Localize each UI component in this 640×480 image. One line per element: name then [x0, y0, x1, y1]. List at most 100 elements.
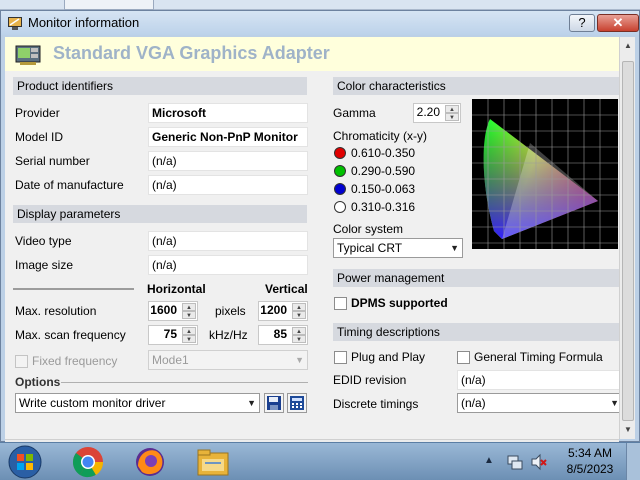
plug-and-play-checkbox[interactable]: [334, 351, 347, 364]
options-divider: [61, 382, 308, 383]
provider-label: Provider: [15, 106, 60, 120]
provider-field[interactable]: Microsoft: [148, 103, 308, 123]
timing-descriptions-header: Timing descriptions: [333, 323, 619, 341]
show-desktop-button[interactable]: [626, 443, 640, 480]
green-chromaticity-value: 0.290-0.590: [351, 164, 416, 178]
pixels-unit-label: pixels: [215, 304, 246, 318]
max-scan-frequency-label: Max. scan frequency: [15, 328, 126, 342]
scan-unit-label: kHz/Hz: [209, 328, 248, 342]
chevron-down-icon: ▼: [247, 398, 256, 408]
fixed-frequency-checkbox[interactable]: [15, 355, 28, 368]
monitor-info-window: Monitor information ? ✕ Standard VGA Gra…: [0, 10, 640, 451]
spin-up-icon[interactable]: ▲: [292, 327, 306, 335]
save-button[interactable]: [264, 393, 284, 413]
max-resolution-vertical-spinner[interactable]: 1200 ▲ ▼: [258, 301, 308, 321]
fixed-frequency-dropdown[interactable]: Mode1 ▼: [148, 350, 308, 370]
scroll-up-icon[interactable]: ▲: [621, 39, 635, 53]
vertical-scrollbar[interactable]: ▲ ▼: [619, 37, 635, 439]
video-type-field[interactable]: (n/a): [148, 231, 308, 251]
firefox-icon[interactable]: [134, 446, 166, 478]
header-band: Standard VGA Graphics Adapter: [5, 37, 619, 71]
max-resolution-horizontal-spinner[interactable]: 1600 ▲ ▼: [148, 301, 198, 321]
date-of-manufacture-field[interactable]: (n/a): [148, 175, 308, 195]
spin-down-icon[interactable]: ▼: [292, 335, 306, 343]
spin-down-icon[interactable]: ▼: [182, 335, 196, 343]
clock-time[interactable]: 5:34 AM: [562, 446, 618, 460]
gamma-spinner[interactable]: 2.20 ▲ ▼: [413, 103, 461, 123]
image-size-field[interactable]: (n/a): [148, 255, 308, 275]
chromaticity-label: Chromaticity (x-y): [333, 129, 428, 143]
taskbar: ▲ 5:34 AM 8/5/2023: [0, 442, 640, 480]
power-management-header: Power management: [333, 269, 619, 287]
close-button[interactable]: ✕: [597, 14, 639, 32]
window-title: Monitor information: [28, 15, 140, 30]
client-area: Standard VGA Graphics Adapter Product id…: [5, 37, 619, 439]
options-action-value: Write custom monitor driver: [19, 396, 166, 410]
monitor-app-icon: [8, 17, 22, 30]
calculator-button[interactable]: [287, 393, 307, 413]
discrete-timings-dropdown[interactable]: (n/a) ▼: [457, 393, 619, 413]
dpms-label: DPMS supported: [351, 296, 448, 310]
red-chromaticity-value: 0.610-0.350: [351, 146, 416, 160]
start-orb-icon[interactable]: [6, 444, 44, 480]
file-explorer-icon[interactable]: [196, 448, 230, 478]
dpms-checkbox[interactable]: [334, 297, 347, 310]
color-characteristics-header: Color characteristics: [333, 77, 619, 95]
help-button[interactable]: ?: [569, 14, 595, 32]
spin-up-icon[interactable]: ▲: [182, 303, 196, 311]
max-resolution-vertical-value: 1200: [260, 303, 287, 317]
spin-down-icon[interactable]: ▼: [445, 113, 459, 121]
edid-revision-label: EDID revision: [333, 373, 407, 387]
network-icon[interactable]: [506, 453, 524, 471]
white-point-swatch: [334, 201, 346, 213]
gtf-checkbox[interactable]: [457, 351, 470, 364]
color-system-value: Typical CRT: [337, 241, 403, 255]
title-bar[interactable]: Monitor information ? ✕: [1, 11, 639, 35]
blue-chromaticity-value: 0.150-0.063: [351, 182, 416, 196]
scan-frequency-vertical-spinner[interactable]: 85 ▲ ▼: [258, 325, 308, 345]
graphics-card-icon: [15, 45, 41, 65]
scroll-down-icon[interactable]: ▼: [621, 423, 635, 437]
spin-down-icon[interactable]: ▼: [292, 311, 306, 319]
tray-expand-icon[interactable]: ▲: [484, 455, 494, 466]
background-window-tab[interactable]: [64, 0, 154, 10]
scan-frequency-horizontal-value: 75: [163, 327, 177, 341]
green-point-swatch: [334, 165, 346, 177]
spin-up-icon[interactable]: ▲: [182, 327, 196, 335]
serial-number-label: Serial number: [15, 154, 90, 168]
calculator-icon: [290, 396, 304, 410]
image-size-label: Image size: [15, 258, 74, 272]
color-system-dropdown[interactable]: Typical CRT ▼: [333, 238, 463, 258]
options-label: Options: [15, 375, 61, 389]
spin-up-icon[interactable]: ▲: [292, 303, 306, 311]
spin-down-icon[interactable]: ▼: [182, 311, 196, 319]
chrome-icon[interactable]: [72, 446, 104, 478]
vertical-scroll-thumb[interactable]: [622, 61, 634, 421]
color-system-label: Color system: [333, 222, 404, 236]
scan-frequency-horizontal-spinner[interactable]: 75 ▲ ▼: [148, 325, 198, 345]
scan-frequency-vertical-value: 85: [273, 327, 287, 341]
spin-up-icon[interactable]: ▲: [445, 105, 459, 113]
options-action-dropdown[interactable]: Write custom monitor driver ▼: [15, 393, 260, 413]
clock-date[interactable]: 8/5/2023: [562, 462, 618, 476]
chevron-down-icon: ▼: [295, 355, 304, 365]
edid-revision-field[interactable]: (n/a): [457, 370, 619, 390]
date-of-manufacture-label: Date of manufacture: [15, 178, 124, 192]
red-point-swatch: [334, 147, 346, 159]
chromaticity-diagram: [472, 99, 618, 249]
volume-muted-icon[interactable]: [530, 453, 548, 471]
discrete-timings-label: Discrete timings: [333, 397, 419, 411]
serial-number-field[interactable]: (n/a): [148, 151, 308, 171]
chevron-down-icon: ▼: [610, 398, 619, 408]
plug-and-play-label: Plug and Play: [351, 350, 426, 364]
floppy-disk-icon: [267, 396, 281, 410]
horizontal-column-label: Horizontal: [147, 282, 206, 296]
model-id-field[interactable]: Generic Non-PnP Monitor: [148, 127, 308, 147]
product-identifiers-header: Product identifiers: [13, 77, 307, 95]
divider-line: [13, 288, 134, 290]
vertical-column-label: Vertical: [265, 282, 308, 296]
adapter-name-heading: Standard VGA Graphics Adapter: [53, 43, 330, 63]
display-parameters-header: Display parameters: [13, 205, 307, 223]
discrete-timings-value: (n/a): [461, 396, 486, 410]
gamma-label: Gamma: [333, 106, 376, 120]
